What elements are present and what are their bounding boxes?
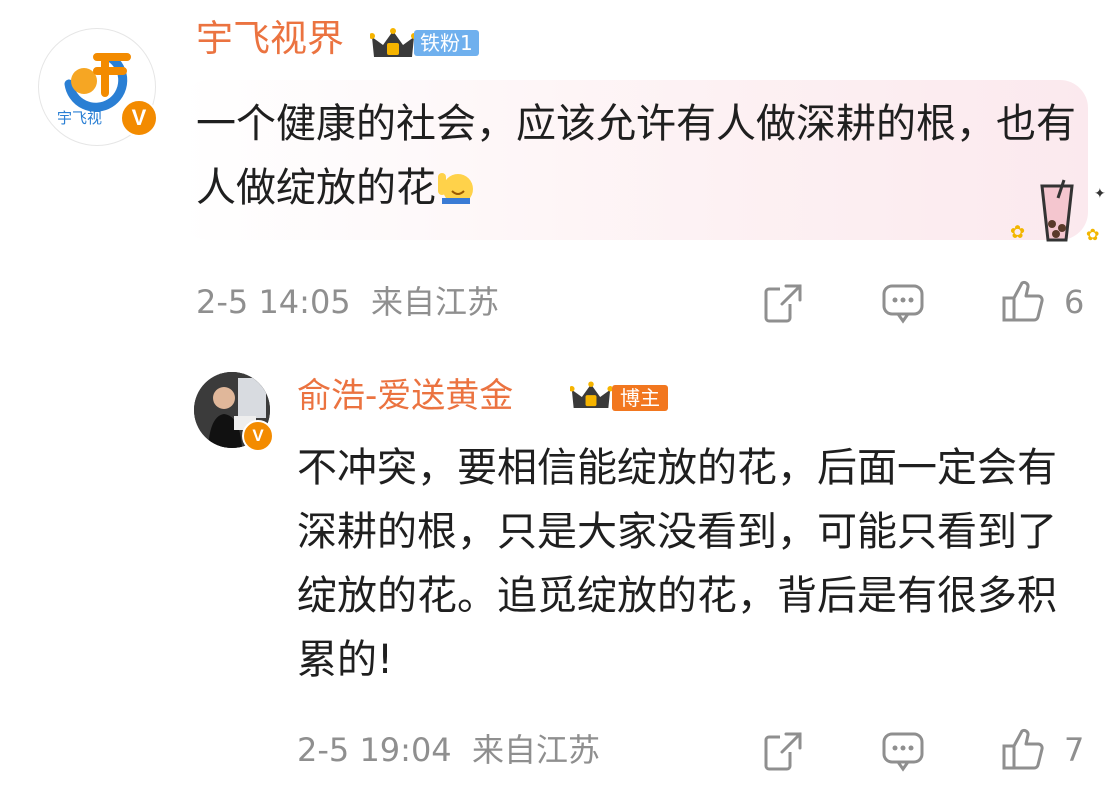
reply-username[interactable]: 俞浩-爱送黄金 — [297, 374, 513, 418]
fan-level-badge: 铁粉1 — [414, 30, 479, 56]
svg-text:✿: ✿ — [1086, 225, 1099, 244]
svg-text:✦: ✦ — [1094, 186, 1106, 202]
author-badge: 博主 — [612, 385, 668, 411]
verified-badge: V — [120, 99, 158, 137]
comment-location: 来自江苏 — [371, 283, 500, 321]
comment-body: 一个健康的社会，应该允许有人做深耕的根，也有人做绽放的花 — [196, 92, 1076, 220]
reply-meta: 2-5 19:04 来自江苏 — [297, 730, 600, 770]
avatar-caption: 宇飞视 — [57, 109, 103, 127]
comment-icon[interactable] — [880, 728, 926, 774]
crown-icon — [570, 381, 612, 408]
share-icon[interactable] — [760, 280, 806, 326]
svg-text:✿: ✿ — [1010, 222, 1025, 243]
reply-location: 来自江苏 — [472, 731, 601, 769]
comment-icon[interactable] — [880, 280, 926, 326]
bubble-tea-sticker-icon: ✿ ✿ ✦ — [1010, 179, 1106, 244]
comment-text: 一个健康的社会，应该允许有人做深耕的根，也有人做绽放的花 — [196, 101, 1076, 211]
comment-username[interactable]: 宇飞视界 — [196, 17, 344, 61]
like-icon[interactable] — [1000, 726, 1046, 772]
reply-date: 2-5 19:04 — [297, 731, 452, 769]
comment-meta: 2-5 14:05 来自江苏 — [196, 282, 499, 322]
raising-hand-emoji-icon — [438, 173, 473, 204]
crown-icon — [370, 28, 416, 57]
reply-verified-badge: V — [242, 420, 274, 452]
like-icon[interactable] — [1000, 278, 1046, 324]
reply-text: 不冲突，要相信能绽放的花，后面一定会有深耕的根，只是大家没看到，可能只看到了绽放… — [297, 445, 1057, 683]
reply-like-count: 7 — [1064, 731, 1085, 769]
comment-date: 2-5 14:05 — [196, 283, 351, 321]
like-count: 6 — [1064, 283, 1085, 321]
share-icon[interactable] — [760, 728, 806, 774]
